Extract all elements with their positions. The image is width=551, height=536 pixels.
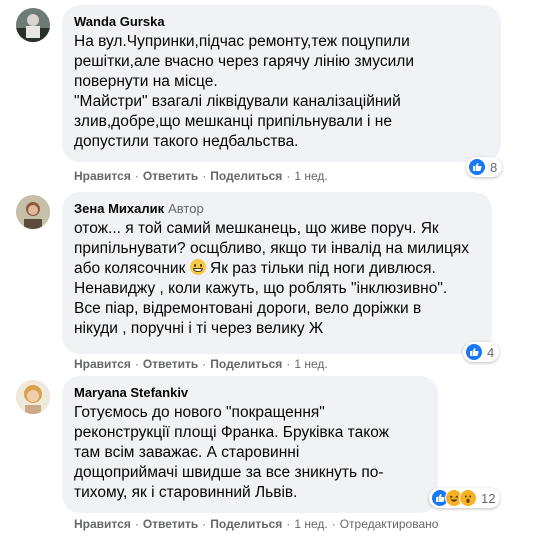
share-action[interactable]: Поделиться	[210, 357, 282, 371]
comment-text: На вул.Чупринки,підчас ремонту,теж поцуп…	[74, 33, 414, 150]
share-action[interactable]: Поделиться	[210, 169, 282, 183]
grin-emoji	[189, 259, 206, 275]
avatar[interactable]	[16, 8, 50, 42]
comment-author[interactable]: Wanda Gurska	[74, 13, 489, 30]
separator-dot: ·	[286, 357, 291, 371]
comment-bubble: Maryana Stefankiv Готуємось до нового "п…	[62, 376, 438, 513]
timestamp[interactable]: 1 нед.	[294, 169, 327, 183]
comment-actions: Нравится · Ответить · Поделиться · 1 нед.	[74, 357, 328, 371]
avatar-image	[16, 8, 50, 42]
like-icon	[465, 343, 483, 361]
separator-dot: ·	[331, 517, 336, 531]
separator-dot: ·	[286, 169, 291, 183]
reply-action[interactable]: Ответить	[143, 517, 198, 531]
avatar-image	[16, 195, 50, 229]
like-action[interactable]: Нравится	[74, 169, 131, 183]
comment-actions: Нравится · Ответить · Поделиться · 1 нед. · Отре…	[74, 517, 438, 531]
timestamp[interactable]: 1 нед.	[294, 517, 327, 531]
author-name[interactable]: Зена Михалик	[74, 201, 164, 216]
wow-icon	[459, 489, 477, 507]
comment-author[interactable]: Maryana Stefankiv	[74, 384, 426, 401]
separator-dot: ·	[134, 169, 139, 183]
comment-bubble: Wanda Gurska На вул.Чупринки,підчас ремо…	[62, 5, 501, 162]
comment-actions: Нравится · Ответить · Поделиться · 1 нед.	[74, 169, 328, 183]
separator-dot: ·	[202, 357, 207, 371]
separator-dot: ·	[202, 517, 207, 531]
reaction-count: 12	[481, 490, 496, 506]
comment-text: Готуємось до нового "покращення" реконст…	[74, 404, 390, 501]
author-badge: Автор	[168, 201, 204, 216]
separator-dot: ·	[202, 169, 207, 183]
reaction-summary[interactable]: 4	[463, 342, 500, 362]
reply-action[interactable]: Ответить	[143, 169, 198, 183]
separator-dot: ·	[286, 517, 291, 531]
comment-bubble: Зена Михалик Автор отож... я той самий ме…	[62, 192, 492, 354]
comment-text: отож... я той самий мешканець, що живе п…	[74, 219, 480, 339]
reaction-summary[interactable]: 12	[429, 488, 501, 508]
like-action[interactable]: Нравится	[74, 357, 131, 371]
reaction-count: 4	[487, 344, 495, 360]
avatar[interactable]	[16, 380, 50, 414]
reply-action[interactable]: Ответить	[143, 357, 198, 371]
reaction-count: 8	[490, 159, 498, 175]
separator-dot: ·	[134, 517, 139, 531]
like-icon	[468, 158, 486, 176]
like-action[interactable]: Нравится	[74, 517, 131, 531]
separator-dot: ·	[134, 357, 139, 371]
timestamp[interactable]: 1 нед.	[294, 357, 327, 371]
comment-author[interactable]: Зена Михалик Автор	[74, 200, 480, 217]
edited-label[interactable]: Отредактировано	[340, 517, 439, 531]
share-action[interactable]: Поделиться	[210, 517, 282, 531]
avatar-image	[16, 380, 50, 414]
reaction-summary[interactable]: 8	[466, 157, 503, 177]
avatar[interactable]	[16, 195, 50, 229]
